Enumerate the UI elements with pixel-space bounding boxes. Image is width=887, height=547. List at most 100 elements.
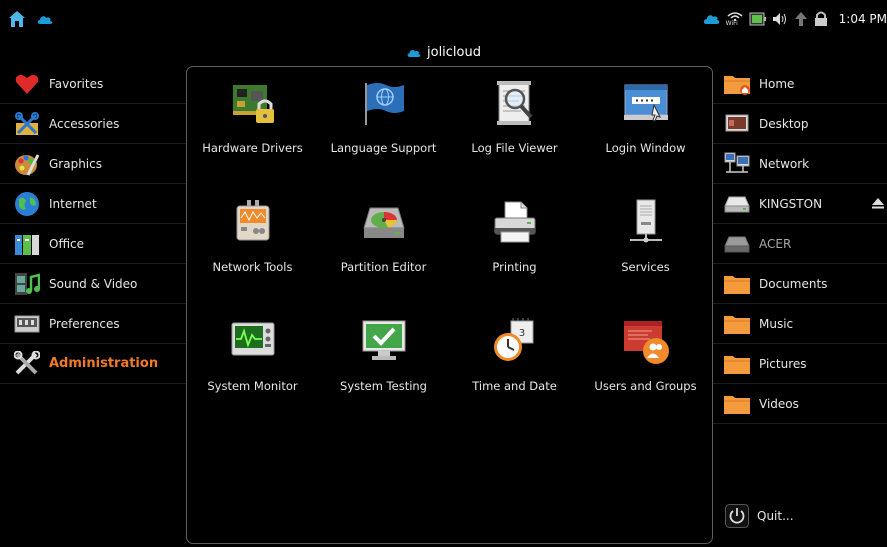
place-acer[interactable]: ACER [713,224,887,264]
system-testing-icon [362,320,405,360]
accessories-icon [15,111,39,135]
users-groups-icon [623,321,669,364]
app-label: Hardware Drivers [202,141,303,155]
apps-panel: Hardware Drivers Language Support Log Fi… [186,66,713,544]
battery-icon[interactable] [749,11,767,27]
app-login-window[interactable]: Login Window [580,75,711,194]
film-icon [15,272,40,295]
app-system-monitor[interactable]: System Monitor [187,313,318,432]
place-label: Desktop [759,116,809,131]
network-icon [724,152,750,173]
sidebar-item-label: Favorites [49,76,104,91]
place-label: Pictures [759,356,807,371]
sidebar-item-label: Preferences [49,316,120,331]
app-label: System Testing [340,379,427,393]
sidebar-item-favorites[interactable]: Favorites [0,64,186,104]
printer-icon [494,201,535,243]
places-sidebar: Home Desktop Network KINGSTON ACER Docum… [713,64,887,424]
drive-icon [724,236,750,252]
lock-icon[interactable] [813,11,829,27]
app-label: Services [621,260,670,274]
power-icon [725,504,749,528]
app-label: Language Support [330,141,437,155]
office-icon [15,234,39,255]
wifi-label: WiFi [725,20,738,27]
app-log-file-viewer[interactable]: Log File Viewer [449,75,580,194]
app-network-tools[interactable]: Network Tools [187,194,318,313]
place-videos[interactable]: Videos [713,384,887,424]
app-services[interactable]: Services [580,194,711,313]
place-kingston[interactable]: KINGSTON [713,184,887,224]
brand-name: jolicloud [427,44,481,60]
place-home[interactable]: Home [713,64,887,104]
sidebar-item-preferences[interactable]: Preferences [0,304,186,344]
app-label: Users and Groups [594,379,697,393]
sidebar-item-label: Office [49,236,85,251]
place-label: Videos [759,396,799,411]
quit-button[interactable]: Quit... [713,500,887,532]
login-window-icon [623,84,668,122]
place-pictures[interactable]: Pictures [713,344,887,384]
folder-icon [724,395,750,414]
svg-text:3: 3 [518,328,524,339]
network-tools-icon [236,200,269,241]
volume-icon[interactable] [771,11,789,27]
sidebar-item-sound-video[interactable]: Sound & Video [0,264,186,304]
sidebar-item-label: Graphics [49,156,102,171]
app-language-support[interactable]: Language Support [318,75,449,194]
app-label: Printing [492,260,537,274]
update-arrow-icon[interactable] [793,11,809,27]
place-label: ACER [759,236,792,251]
eject-icon[interactable] [871,196,885,210]
services-icon [629,199,662,243]
cloud-status-icon[interactable] [703,11,721,27]
wifi-icon[interactable]: WiFi [725,11,745,27]
place-desktop[interactable]: Desktop [713,104,887,144]
sidebar-item-label: Sound & Video [49,276,138,291]
sidebar-item-accessories[interactable]: Accessories [0,104,186,144]
place-label: Home [759,76,795,91]
sidebar-item-administration[interactable]: Administration [0,344,186,384]
place-music[interactable]: Music [713,304,887,344]
app-users-and-groups[interactable]: Users and Groups [580,313,711,432]
desktop-icon [725,114,749,131]
app-label: Network Tools [212,260,293,274]
sidebar-item-label: Administration [49,356,159,371]
place-documents[interactable]: Documents [713,264,887,304]
folder-icon [724,355,750,374]
tools-icon [14,350,40,374]
clock-icon: 3 [493,318,533,361]
app-system-testing[interactable]: System Testing [318,313,449,432]
category-sidebar: Favorites Accessories Graphics Internet … [0,64,186,384]
clock[interactable]: 1:04 PM [839,12,887,26]
sidebar-item-graphics[interactable]: Graphics [0,144,186,184]
place-label: Documents [759,276,828,291]
app-time-and-date[interactable]: 3 Time and Date [449,313,580,432]
jolicloud-cloud-icon[interactable] [36,13,54,25]
graphics-icon [15,153,40,176]
language-support-icon [364,83,404,125]
folder-icon [724,315,750,334]
app-hardware-drivers[interactable]: Hardware Drivers [187,75,318,194]
drive-icon [724,196,750,212]
globe-icon [15,191,39,216]
home-folder-icon [724,75,750,95]
sidebar-item-label: Internet [49,196,97,211]
app-label: Login Window [605,141,686,155]
app-printing[interactable]: Printing [449,194,580,313]
jolicloud-logo-icon [407,49,421,57]
app-label: System Monitor [207,379,298,393]
sidebar-item-internet[interactable]: Internet [0,184,186,224]
quit-label: Quit... [757,509,794,523]
place-network[interactable]: Network [713,144,887,184]
app-partition-editor[interactable]: Partition Editor [318,194,449,313]
partition-editor-icon [362,207,405,238]
brand-header: jolicloud [0,43,887,61]
sidebar-item-office[interactable]: Office [0,224,186,264]
system-monitor-icon [231,322,274,356]
home-icon[interactable] [8,10,26,28]
top-bar: WiFi 1:04 PM [0,0,887,36]
app-label: Partition Editor [340,260,427,274]
hardware-drivers-icon [232,85,274,123]
apps-grid: Hardware Drivers Language Support Log Fi… [187,75,712,432]
